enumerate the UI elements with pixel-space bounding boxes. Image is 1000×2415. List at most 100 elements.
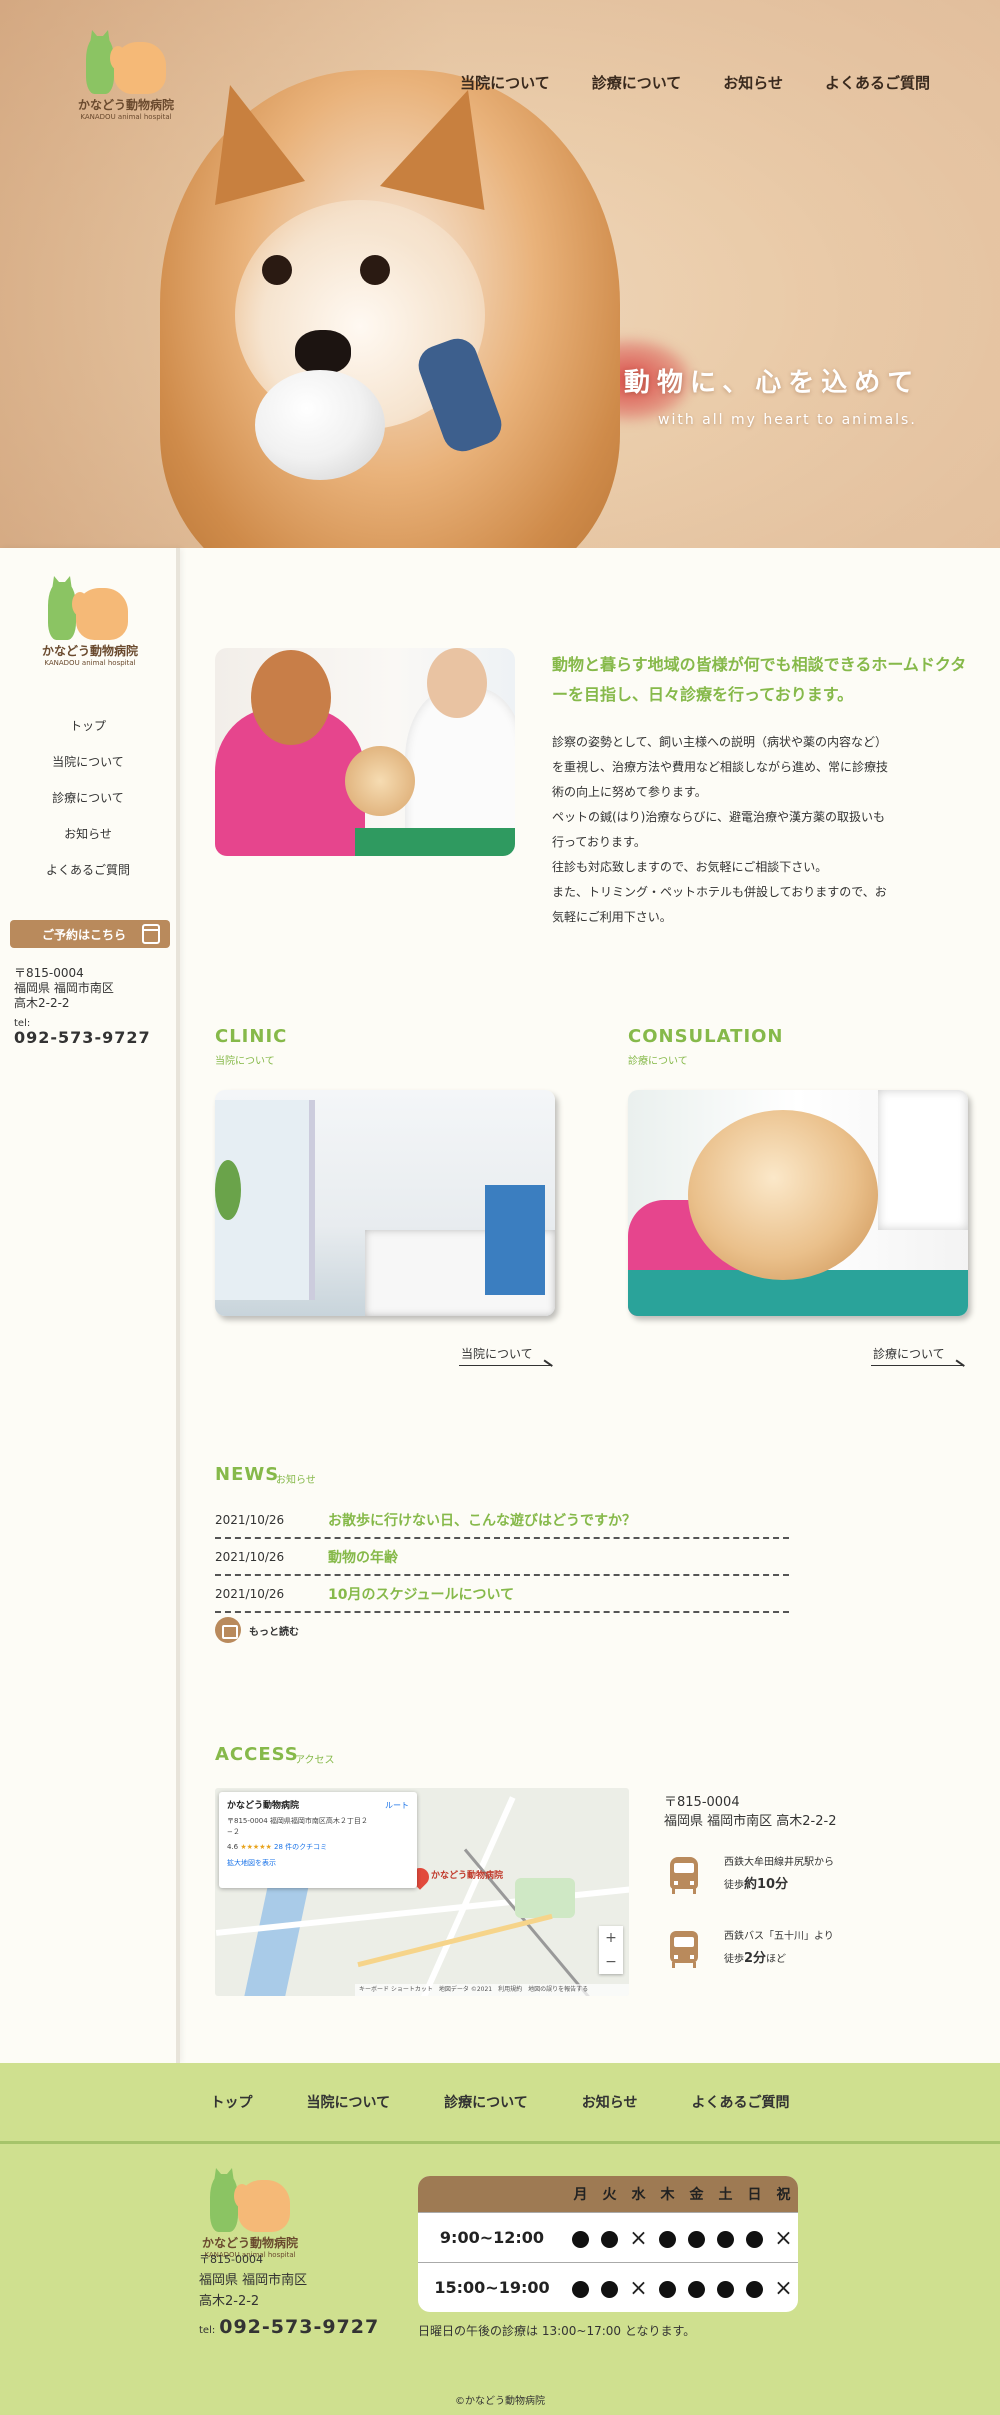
hours-cell — [711, 2226, 740, 2250]
sidebar-item-about[interactable]: 当院について — [0, 744, 176, 780]
hours-cell — [740, 2226, 769, 2250]
logo-name: かなどう動物病院 — [77, 98, 174, 112]
news-subtitle: お知らせ — [276, 1475, 316, 1486]
footer-nav-faq[interactable]: よくあるご質問 — [691, 2092, 789, 2112]
logo-cat-dog-icon — [38, 580, 142, 642]
hero-catchcopy: 動物に、心を込めて — [624, 368, 921, 398]
news-item[interactable]: 2021/10/26 10月のスケジュールについて — [215, 1576, 789, 1613]
footer-zip: 〒815-0004 — [199, 2253, 263, 2266]
train-route-text: 西鉄大牟田線井尻駅から — [724, 1857, 834, 1868]
sidebar-item-news[interactable]: お知らせ — [0, 816, 176, 852]
sidebar-item-consultation[interactable]: 診療について — [0, 780, 176, 816]
footer-logo[interactable]: かなどう動物病院 KANADOU animal hospital — [200, 2172, 300, 2259]
closed-cross-icon: × — [774, 2226, 793, 2251]
closed-cross-icon: × — [629, 2276, 648, 2301]
access-train: 西鉄大牟田線井尻駅から 徒歩約10分 — [664, 1852, 834, 1897]
open-dot-icon — [659, 2280, 676, 2298]
nav-faq[interactable]: よくあるご質問 — [825, 72, 930, 93]
sidebar-address-line1: 福岡県 福岡市南区 — [14, 981, 114, 995]
news-more-label: もっと読む — [249, 1626, 299, 1638]
news-title-link[interactable]: 10月のスケジュールについて — [328, 1584, 514, 1604]
hours-cell — [682, 2226, 711, 2250]
header-nav: 当院について 診療について お知らせ よくあるご質問 — [460, 72, 930, 93]
route-prefix: 徒歩 — [724, 1880, 744, 1891]
bus-icon — [664, 1929, 704, 1969]
news-title-link[interactable]: 動物の年齢 — [328, 1547, 398, 1567]
map-route-link[interactable]: ルート — [385, 1800, 409, 1811]
news-date: 2021/10/26 — [215, 1586, 285, 1601]
access-bus: 西鉄バス「五十川」より 徒歩2分ほど — [664, 1926, 834, 1971]
nav-news[interactable]: お知らせ — [723, 72, 783, 93]
intro-photo-vet-exam — [215, 648, 515, 856]
map-zoom-control[interactable]: + − — [599, 1926, 623, 1974]
logo-cat-dog-icon — [200, 2172, 300, 2234]
map-footer: キーボード ショートカット 地図データ ©2021 利用規約 地図の誤りを報告す… — [355, 1984, 629, 1996]
news-item[interactable]: 2021/10/26 お散歩に行けない日、こんな遊びはどうですか？ — [215, 1502, 789, 1539]
map-enlarge-link[interactable]: 拡大地図を表示 — [227, 1858, 409, 1868]
sidebar: かなどう動物病院 KANADOU animal hospital トップ 当院に… — [0, 548, 180, 2063]
hours-day: 木 — [660, 2187, 675, 2203]
sidebar-item-top[interactable]: トップ — [0, 708, 176, 744]
open-dot-icon — [717, 2280, 734, 2298]
hours-day: 日 — [747, 2187, 762, 2203]
hours-cell — [711, 2276, 740, 2300]
arrow-right-icon — [871, 1356, 963, 1366]
sidebar-tel[interactable]: 092-573-9727 — [14, 1028, 151, 1047]
consul-subtitle: 診療について — [628, 1056, 688, 1067]
intro-line: ペットの鍼(はり)治療ならびに、避電治療や漢方薬の取扱いも — [552, 810, 886, 824]
news-title-link[interactable]: お散歩に行けない日、こんな遊びはどうですか？ — [328, 1510, 636, 1530]
news-more-button[interactable]: もっと読む — [215, 1617, 299, 1643]
copyright: ©かなどう動物病院 — [455, 2396, 545, 2407]
map-reviews-link[interactable]: 28 件のクチコミ — [274, 1843, 327, 1851]
open-dot-icon — [601, 2230, 618, 2248]
hours-day: 火 — [602, 2187, 617, 2203]
hours-cell — [740, 2276, 769, 2300]
reserve-button[interactable]: ご予約はこちら — [10, 920, 170, 948]
news-date: 2021/10/26 — [215, 1549, 285, 1564]
zoom-in-icon[interactable]: + — [599, 1926, 623, 1950]
footer-nav-consultation[interactable]: 診療について — [444, 2092, 528, 2112]
star-rating-icon: ★★★★★ — [240, 1843, 272, 1851]
hours-cell — [566, 2226, 595, 2250]
nav-about[interactable]: 当院について — [460, 72, 550, 93]
sidebar-item-faq[interactable]: よくあるご質問 — [0, 852, 176, 888]
bus-route-text: 西鉄バス「五十川」より — [724, 1931, 834, 1942]
intro-line: 往診も対応致しますので、お気軽にご相談下さい。 — [552, 860, 828, 874]
hours-note: 日曜日の午後の診療は 13:00~17:00 となります。 — [418, 2324, 696, 2338]
zoom-out-icon[interactable]: − — [599, 1950, 623, 1974]
footer-nav-top[interactable]: トップ — [211, 2092, 253, 2112]
footer-nav-about[interactable]: 当院について — [307, 2092, 391, 2112]
news-date: 2021/10/26 — [215, 1512, 285, 1527]
hours-day: 金 — [689, 2187, 704, 2203]
nav-consultation[interactable]: 診療について — [592, 72, 682, 93]
clinic-subtitle: 当院について — [215, 1056, 275, 1067]
footer-tel-label: tel: — [199, 2325, 216, 2336]
access-address: 〒815-0004 福岡県 福岡市南区 高木2-2-2 — [664, 1793, 836, 1831]
intro-line: を重視し、治療方法や費用など相談しながら進め、常に診療技 — [552, 760, 889, 774]
hours-cell — [566, 2276, 595, 2300]
closed-cross-icon: × — [774, 2276, 793, 2301]
news-icon — [215, 1617, 241, 1643]
news-title: NEWS — [215, 1464, 280, 1485]
news-item[interactable]: 2021/10/26 動物の年齢 — [215, 1539, 789, 1576]
footer-tel-number[interactable]: 092-573-9727 — [219, 2316, 379, 2338]
sidebar-logo[interactable]: かなどう動物病院 KANADOU animal hospital — [38, 580, 142, 667]
open-dot-icon — [717, 2230, 734, 2248]
footer-tel[interactable]: tel: 092-573-9727 — [199, 2316, 379, 2338]
news-list: 2021/10/26 お散歩に行けない日、こんな遊びはどうですか？ 2021/1… — [215, 1502, 789, 1613]
closed-cross-icon: × — [629, 2226, 648, 2251]
google-map[interactable]: かなどう動物病院 かなどう動物病院 〒815-0004 福岡県福岡市南区高木２丁… — [215, 1788, 629, 1996]
header-logo[interactable]: かなどう動物病院 KANADOU animal hospital — [76, 34, 176, 121]
clinic-photo[interactable] — [215, 1090, 555, 1316]
map-pin-label: かなどう動物病院 — [431, 1871, 504, 1881]
hours-time: 9:00~12:00 — [439, 2228, 545, 2247]
footer-nav-news[interactable]: お知らせ — [582, 2092, 638, 2112]
open-dot-icon — [688, 2230, 705, 2248]
sidebar-address: 〒815-0004 福岡県 福岡市南区 高木2-2-2 — [14, 966, 114, 1011]
arrow-right-icon — [459, 1356, 551, 1366]
intro-line: 行っております。 — [552, 835, 646, 849]
clinic-title: CLINIC — [215, 1026, 288, 1047]
hours-cell: × — [769, 2276, 798, 2300]
intro-line: 診察の姿勢として、飼い主様への説明（病状や薬の内容など） — [552, 735, 888, 749]
consul-photo[interactable] — [628, 1090, 968, 1316]
